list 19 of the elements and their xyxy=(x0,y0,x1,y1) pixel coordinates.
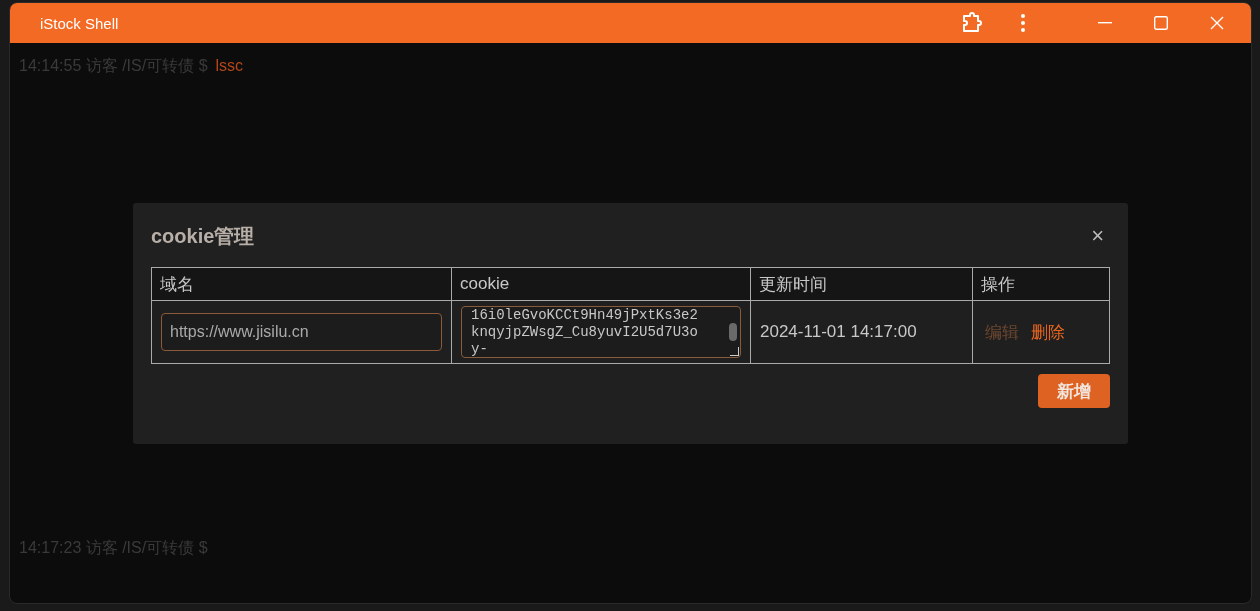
close-button[interactable]: × xyxy=(1085,223,1110,249)
column-header: 域名 xyxy=(151,267,452,301)
cookie-text: 16i0leGvoKCCt9Hn49jPxtKs3e2knqyjpZWsgZ_Cu8yuvI2U5d7U3oy- xyxy=(470,307,698,357)
column-header: 更新时间 xyxy=(750,267,973,301)
table-cell: 2024-11-01 14:17:00 xyxy=(750,300,973,364)
cookie-field[interactable]: 16i0leGvoKCCt9Hn49jPxtKs3e2knqyjpZWsgZ_Cu8yuvI2U5d7U3oy- xyxy=(461,306,741,358)
dialog-title: cookie管理 xyxy=(151,223,255,249)
more-icon[interactable] xyxy=(1020,13,1026,33)
maximize-icon[interactable] xyxy=(1154,16,1168,30)
column-header: 操作 xyxy=(972,267,1110,301)
close-icon[interactable] xyxy=(1210,16,1224,30)
column-header: cookie xyxy=(451,267,751,301)
window-title: iStock Shell xyxy=(40,14,119,32)
puzzle-icon[interactable] xyxy=(960,12,982,34)
minimize-icon[interactable] xyxy=(1098,22,1112,24)
action-link[interactable]: 删除 xyxy=(1031,322,1065,342)
scrollbar-thumb[interactable] xyxy=(729,323,737,341)
command-text: lssc xyxy=(215,57,244,74)
domain-field[interactable]: https://www.jisilu.cn xyxy=(161,313,442,351)
